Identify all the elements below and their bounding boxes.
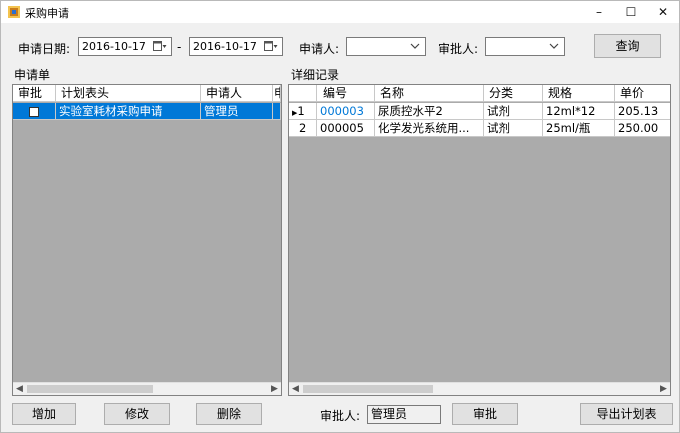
scroll-thumb[interactable] bbox=[303, 385, 433, 393]
spec-cell[interactable]: 12ml*12 bbox=[543, 103, 615, 120]
column-header-id[interactable]: 编号 bbox=[317, 85, 375, 102]
approve-checkbox[interactable] bbox=[29, 106, 39, 117]
row-number: 1 bbox=[297, 104, 305, 118]
name-cell[interactable]: 尿质控水平2 bbox=[375, 103, 484, 120]
column-header-rowhead bbox=[289, 85, 317, 102]
chevron-down-icon bbox=[410, 43, 420, 49]
category-cell[interactable]: 试剂 bbox=[484, 103, 543, 120]
minimize-icon[interactable]: – bbox=[582, 1, 616, 23]
column-header-applicant[interactable]: 申请人 bbox=[201, 85, 273, 102]
row-number: 2 bbox=[299, 121, 307, 135]
left-panel-title: 申请单 bbox=[14, 68, 51, 82]
date-from-picker[interactable]: 2016-10-17 bbox=[78, 37, 172, 56]
table-row[interactable]: 实验室耗材采购申请 管理员 bbox=[13, 103, 281, 120]
scroll-left-icon[interactable]: ◀ bbox=[289, 383, 302, 395]
id-cell[interactable]: 000005 bbox=[317, 120, 375, 137]
detail-grid-header: 编号 名称 分类 规格 单价 bbox=[289, 85, 670, 102]
row-header-cell[interactable]: ▶1 bbox=[289, 103, 317, 120]
column-header-name[interactable]: 名称 bbox=[375, 85, 484, 102]
column-header-plan[interactable]: 计划表头 bbox=[56, 85, 201, 102]
date-label: 申请日期: bbox=[18, 42, 71, 56]
calendar-dropdown-icon[interactable] bbox=[153, 41, 167, 52]
name-cell[interactable]: 化学发光系统用... bbox=[375, 120, 484, 137]
horizontal-scrollbar[interactable]: ◀ ▶ bbox=[13, 382, 281, 395]
category-cell[interactable]: 试剂 bbox=[484, 120, 543, 137]
chevron-down-icon bbox=[549, 43, 559, 49]
date-separator: - bbox=[177, 40, 182, 54]
scroll-right-icon[interactable]: ▶ bbox=[657, 383, 670, 395]
export-plan-button[interactable]: 导出计划表 bbox=[580, 403, 673, 425]
column-header-category[interactable]: 分类 bbox=[484, 85, 543, 102]
app-icon bbox=[8, 6, 20, 18]
price-cell[interactable]: 205.13 bbox=[615, 103, 670, 120]
approve-button[interactable]: 审批 bbox=[452, 403, 518, 425]
table-row[interactable]: ▶1 000003 尿质控水平2 试剂 12ml*12 205.13 bbox=[289, 103, 670, 120]
approver-label: 审批人: bbox=[320, 409, 361, 423]
applicant-select[interactable] bbox=[346, 37, 426, 56]
partial-cell[interactable] bbox=[273, 103, 281, 120]
calendar-dropdown-icon[interactable] bbox=[264, 41, 278, 52]
scroll-right-icon[interactable]: ▶ bbox=[268, 383, 281, 395]
plan-header-cell[interactable]: 实验室耗材采购申请 bbox=[56, 103, 201, 120]
maximize-icon[interactable]: ☐ bbox=[614, 1, 648, 23]
horizontal-scrollbar[interactable]: ◀ ▶ bbox=[289, 382, 670, 395]
request-grid-header: 审批 计划表头 申请人 申 bbox=[13, 85, 281, 102]
approver-select[interactable] bbox=[485, 37, 565, 56]
edit-button[interactable]: 修改 bbox=[104, 403, 170, 425]
column-header-price[interactable]: 单价 bbox=[615, 85, 670, 102]
approve-cell[interactable] bbox=[13, 103, 56, 120]
right-panel-title: 详细记录 bbox=[291, 68, 340, 82]
column-header-spec[interactable]: 规格 bbox=[543, 85, 615, 102]
row-header-cell[interactable]: 2 bbox=[289, 120, 317, 137]
add-button[interactable]: 增加 bbox=[12, 403, 76, 425]
column-header-partial[interactable]: 申 bbox=[273, 85, 281, 102]
spec-cell[interactable]: 25ml/瓶 bbox=[543, 120, 615, 137]
date-to-value: 2016-10-17 bbox=[193, 40, 257, 53]
approver-field[interactable]: 管理员 bbox=[367, 405, 441, 424]
detail-records-grid: 编号 名称 分类 规格 单价 ▶1 000003 尿质控水平2 试剂 12ml*… bbox=[288, 84, 671, 396]
scroll-thumb[interactable] bbox=[27, 385, 153, 393]
window-title: 采购申请 bbox=[25, 7, 69, 20]
date-to-picker[interactable]: 2016-10-17 bbox=[189, 37, 283, 56]
applicant-label: 申请人: bbox=[299, 42, 340, 56]
scroll-left-icon[interactable]: ◀ bbox=[13, 383, 26, 395]
close-icon[interactable]: ✕ bbox=[646, 1, 680, 23]
applicant-cell[interactable]: 管理员 bbox=[201, 103, 273, 120]
table-row[interactable]: 2 000005 化学发光系统用... 试剂 25ml/瓶 250.00 bbox=[289, 120, 670, 137]
price-cell[interactable]: 250.00 bbox=[615, 120, 670, 137]
id-cell[interactable]: 000003 bbox=[317, 103, 375, 120]
query-button[interactable]: 查询 bbox=[594, 34, 661, 58]
approver-filter-label: 审批人: bbox=[438, 42, 479, 56]
delete-button[interactable]: 删除 bbox=[196, 403, 262, 425]
date-from-value: 2016-10-17 bbox=[82, 40, 146, 53]
request-list-grid: 审批 计划表头 申请人 申 实验室耗材采购申请 管理员 ◀ ▶ bbox=[12, 84, 282, 396]
purchase-request-window: 采购申请 – ☐ ✕ 申请日期: 2016-10-17 - 2016-10-17… bbox=[0, 0, 680, 433]
column-header-approve[interactable]: 审批 bbox=[13, 85, 56, 102]
title-bar: 采购申请 – ☐ ✕ bbox=[1, 1, 679, 23]
